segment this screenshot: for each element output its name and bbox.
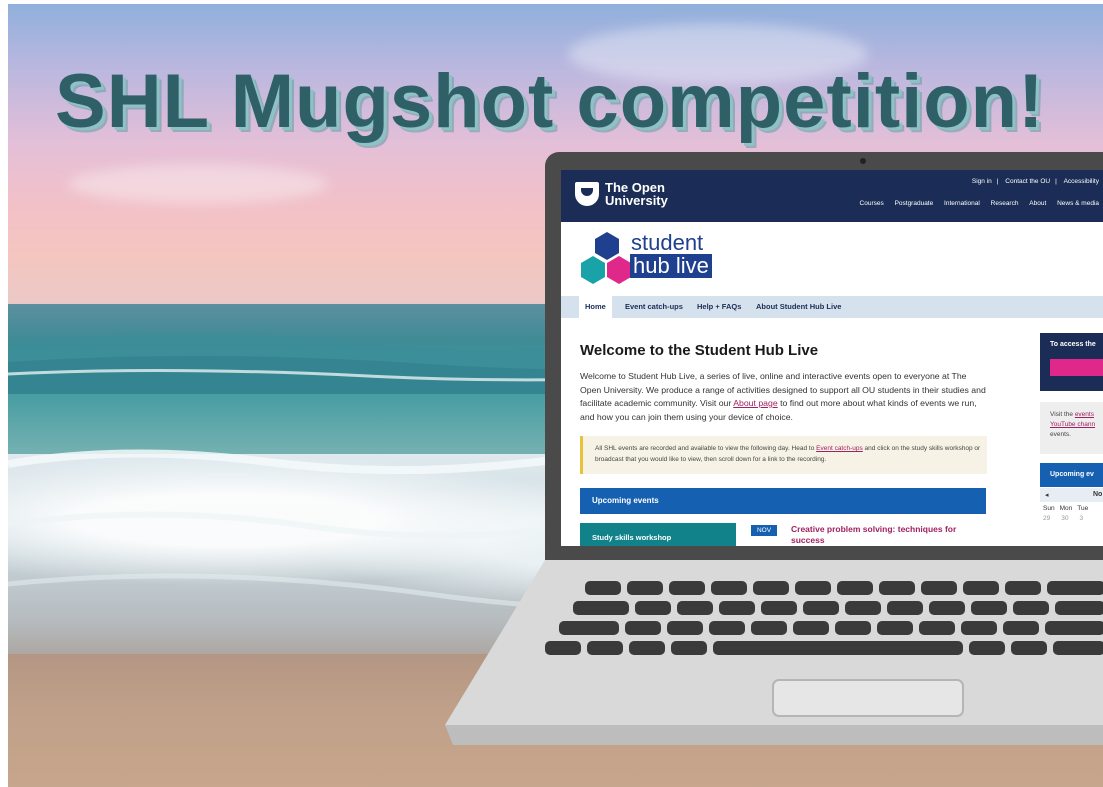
calendar-day[interactable]: 3 <box>1079 515 1083 522</box>
keyboard <box>545 581 1103 655</box>
recording-notice: All SHL events are recorded and availabl… <box>580 436 987 474</box>
nav-research[interactable]: Research <box>991 200 1019 207</box>
touchpad <box>772 679 964 717</box>
nav-news-media[interactable]: News & media <box>1057 200 1099 207</box>
calendar-day[interactable]: 30 <box>1061 515 1068 522</box>
nav-international[interactable]: International <box>944 200 980 207</box>
cloud <box>68 164 328 204</box>
tab-home[interactable]: Home <box>579 296 612 318</box>
contact-link[interactable]: Contact the OU <box>1005 178 1050 185</box>
nav-courses[interactable]: Courses <box>860 200 884 207</box>
page-title: Welcome to the Student Hub Live <box>580 342 819 359</box>
laptop-screen: The Open University Sign in | Contact the… <box>561 170 1103 546</box>
event-month: NOV <box>751 525 777 536</box>
shl-logo-word-hub-live: hub live <box>630 254 712 278</box>
sidebar-visit-box: Visit the events YouTube chann events. <box>1040 402 1103 454</box>
calendar-weekdays: Sun Mon Tue <box>1043 505 1089 512</box>
calendar-prev-icon[interactable]: ◂ <box>1045 491 1049 499</box>
sidebar-upcoming-header: Upcoming ev <box>1040 463 1103 487</box>
tab-event-catch-ups[interactable]: Event catch-ups <box>625 296 683 318</box>
headline: SHL Mugshot competition! <box>55 59 1045 144</box>
welcome-paragraph: Welcome to Student Hub Live, a series of… <box>580 371 986 422</box>
sidebar-access-box: To access the <box>1040 333 1103 391</box>
calendar-dates: 29 30 3 <box>1043 515 1094 522</box>
ou-utility-links: Sign in | Contact the OU | Accessibility <box>971 178 1099 185</box>
ou-main-nav: Courses Postgraduate International Resea… <box>851 200 1099 207</box>
event-catch-ups-link[interactable]: Event catch-ups <box>816 445 863 452</box>
ou-logo-text[interactable]: The Open University <box>605 181 695 207</box>
tab-about-shl[interactable]: About Student Hub Live <box>756 296 841 318</box>
about-page-link[interactable]: About page <box>733 398 777 408</box>
visit-text: Visit the events YouTube chann events. <box>1050 411 1096 438</box>
calendar-day[interactable]: 29 <box>1043 515 1050 522</box>
nav-postgraduate[interactable]: Postgraduate <box>895 200 934 207</box>
accessibility-link[interactable]: Accessibility <box>1064 178 1099 185</box>
youtube-channel-link[interactable]: YouTube chann <box>1050 421 1095 428</box>
upcoming-events-header: Upcoming events <box>580 488 986 514</box>
shl-tab-bar: Home Event catch-ups Help + FAQs About S… <box>561 296 1103 318</box>
ou-shield-icon <box>575 182 599 206</box>
notice-text: All SHL events are recorded and availabl… <box>595 445 981 463</box>
sign-in-link[interactable]: Sign in <box>972 178 992 185</box>
ou-header: The Open University Sign in | Contact the… <box>561 170 1103 222</box>
tab-help-faqs[interactable]: Help + FAQs <box>697 296 741 318</box>
nav-about[interactable]: About <box>1029 200 1046 207</box>
access-button[interactable] <box>1050 359 1103 376</box>
webcam-icon <box>860 158 866 164</box>
event-title-link[interactable]: Creative problem solving: techniques for… <box>791 524 981 546</box>
event-type-card[interactable]: Study skills workshop <box>580 523 736 546</box>
calendar-month: No <box>1093 491 1103 498</box>
events-link[interactable]: events <box>1075 411 1094 418</box>
